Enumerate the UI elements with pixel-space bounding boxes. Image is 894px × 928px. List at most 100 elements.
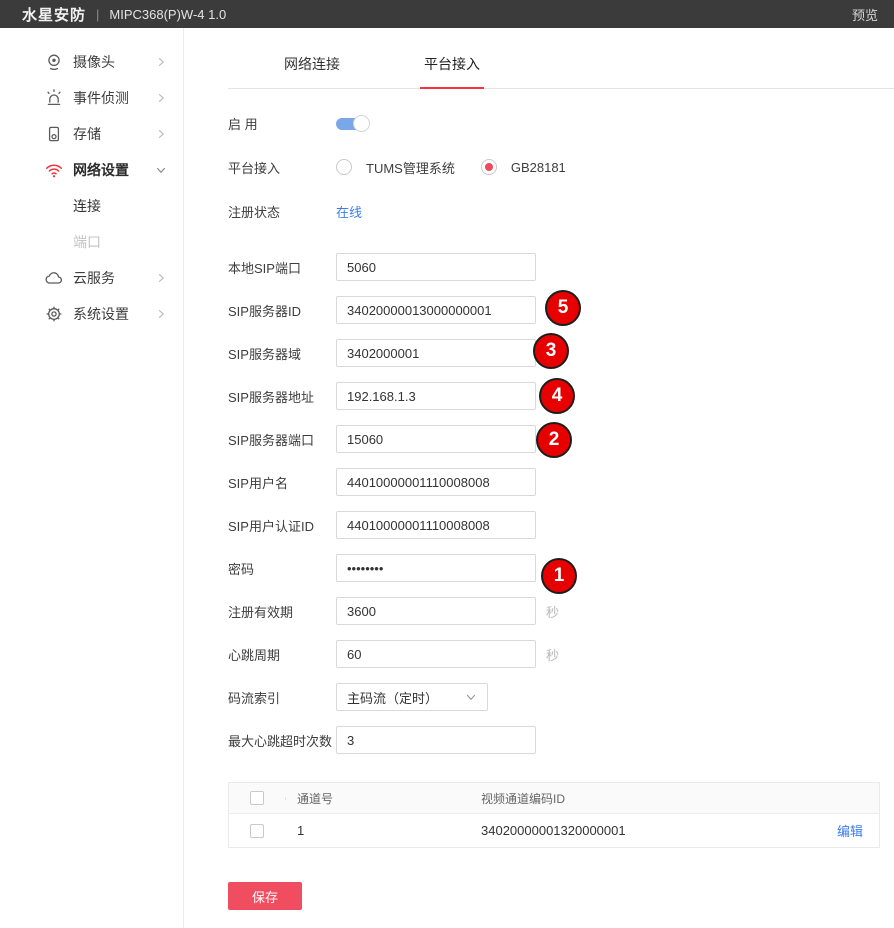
local-sip-port-input[interactable] xyxy=(336,253,536,281)
sidebar-item-label: 事件侦测 xyxy=(73,88,155,108)
table-header-checkbox-cell xyxy=(229,791,285,805)
stream-index-value: 主码流（定时） xyxy=(347,688,438,707)
field-label: SIP服务器端口 xyxy=(228,430,336,449)
registration-status-label: 注册状态 xyxy=(228,202,336,221)
top-header-bar: 水星安防 | MIPC368(P)W-4 1.0 预览 xyxy=(0,0,894,28)
platform-radio-group: TUMS管理系统 GB28181 xyxy=(336,158,566,177)
sidebar-item-label: 摄像头 xyxy=(73,52,155,72)
sidebar-item-camera[interactable]: 摄像头 xyxy=(0,44,183,80)
tab-platform-access[interactable]: 平台接入 xyxy=(420,48,484,88)
sip-username-input[interactable] xyxy=(336,468,536,496)
chevron-right-icon xyxy=(155,272,167,284)
channel-number-header: 通道号 xyxy=(285,790,471,807)
chevron-right-icon xyxy=(155,308,167,320)
chevron-right-icon xyxy=(155,92,167,104)
field-label: SIP用户名 xyxy=(228,473,336,492)
tab-bar: 网络连接 平台接入 xyxy=(228,48,894,89)
edit-link[interactable]: 编辑 xyxy=(837,824,863,839)
sidebar-subitem-port[interactable]: 端口 xyxy=(0,224,183,260)
channel-table: 通道号 视频通道编码ID 1 34020000001320000001 编辑 xyxy=(228,782,880,848)
chevron-down-icon xyxy=(465,691,477,703)
sidebar-item-label: 网络设置 xyxy=(73,160,155,180)
annotation-badge-2: 2 xyxy=(536,422,572,458)
registration-expiry-input[interactable] xyxy=(336,597,536,625)
sip-server-id-input[interactable] xyxy=(336,296,536,324)
sidebar-item-cloud-service[interactable]: 云服务 xyxy=(0,260,183,296)
camera-icon xyxy=(44,52,64,72)
platform-label: 平台接入 xyxy=(228,158,336,177)
table-header-row: 通道号 视频通道编码ID xyxy=(229,783,879,813)
registration-status-row: 注册状态 在线 xyxy=(228,197,894,225)
channel-number-cell: 1 xyxy=(285,823,471,838)
stream-index-label: 码流索引 xyxy=(228,688,336,707)
wifi-icon xyxy=(44,160,64,180)
device-model: MIPC368(P)W-4 1.0 xyxy=(109,7,226,22)
field-label: 密码 xyxy=(228,559,336,578)
sip-auth-id-input[interactable] xyxy=(336,511,536,539)
radio-selected-icon[interactable] xyxy=(481,159,497,175)
password-input[interactable] xyxy=(336,554,536,582)
field-row: SIP用户认证ID xyxy=(228,511,894,539)
tab-network-connection[interactable]: 网络连接 xyxy=(280,48,344,88)
sip-server-domain-input[interactable] xyxy=(336,339,536,367)
unit-label: 秒 xyxy=(546,602,559,621)
field-row: 本地SIP端口 xyxy=(228,253,894,281)
chevron-down-icon xyxy=(155,164,167,176)
chevron-right-icon xyxy=(155,128,167,140)
save-button[interactable]: 保存 xyxy=(228,882,302,910)
sidebar-subitem-connection[interactable]: 连接 xyxy=(0,188,183,224)
sidebar-item-network-settings[interactable]: 网络设置 xyxy=(0,152,183,188)
sidebar-item-label: 系统设置 xyxy=(73,304,155,324)
gear-icon xyxy=(44,304,64,324)
sidebar-item-label: 存储 xyxy=(73,124,155,144)
toggle-knob xyxy=(353,115,370,132)
platform-row: 平台接入 TUMS管理系统 GB28181 xyxy=(228,153,894,181)
radio-label: TUMS管理系统 xyxy=(366,158,455,177)
field-label: SIP服务器地址 xyxy=(228,387,336,406)
sidebar-item-storage[interactable]: 存储 xyxy=(0,116,183,152)
max-heartbeat-row: 最大心跳超时次数 xyxy=(228,726,894,754)
sidebar-nav: 摄像头 事件侦测 xyxy=(0,28,184,928)
field-row: 心跳周期 秒 xyxy=(228,640,894,668)
select-all-checkbox[interactable] xyxy=(250,791,264,805)
field-label: SIP用户认证ID xyxy=(228,516,336,535)
max-heartbeat-input[interactable] xyxy=(336,726,536,754)
field-label: 心跳周期 xyxy=(228,645,336,664)
stream-index-select[interactable]: 主码流（定时） xyxy=(336,683,488,711)
annotation-badge-5: 5 xyxy=(545,290,581,326)
heartbeat-period-input[interactable] xyxy=(336,640,536,668)
storage-icon xyxy=(44,124,64,144)
annotation-badge-1: 1 xyxy=(541,558,577,594)
sidebar-item-system-settings[interactable]: 系统设置 xyxy=(0,296,183,332)
field-label: 本地SIP端口 xyxy=(228,258,336,277)
field-label: SIP服务器ID xyxy=(228,301,336,320)
registration-status-value[interactable]: 在线 xyxy=(336,202,362,221)
field-label: SIP服务器域 xyxy=(228,344,336,363)
enable-toggle[interactable] xyxy=(336,115,372,132)
annotation-badge-3: 3 xyxy=(533,333,569,369)
preview-link[interactable]: 预览 xyxy=(852,5,878,24)
cloud-icon xyxy=(44,268,64,288)
field-row: 注册有效期 秒 xyxy=(228,597,894,625)
sip-server-address-input[interactable] xyxy=(336,382,536,410)
radio-unselected-icon[interactable] xyxy=(336,159,352,175)
alarm-icon xyxy=(44,88,64,108)
enable-row: 启 用 xyxy=(228,109,894,137)
field-row: SIP用户名 xyxy=(228,468,894,496)
sidebar-item-event-detection[interactable]: 事件侦测 xyxy=(0,80,183,116)
row-checkbox[interactable] xyxy=(250,824,264,838)
row-checkbox-cell xyxy=(229,824,285,838)
radio-option-tums[interactable]: TUMS管理系统 xyxy=(336,158,455,177)
chevron-right-icon xyxy=(155,56,167,68)
radio-option-gb28181[interactable]: GB28181 xyxy=(481,159,566,175)
stream-index-row: 码流索引 主码流（定时） xyxy=(228,683,894,711)
video-channel-id-header: 视频通道编码ID xyxy=(471,790,807,807)
unit-label: 秒 xyxy=(546,645,559,664)
platform-access-form: 启 用 平台接入 TUMS管理系统 xyxy=(228,109,894,910)
video-channel-id-cell: 34020000001320000001 xyxy=(471,823,807,838)
app-window: 水星安防 | MIPC368(P)W-4 1.0 预览 摄像头 xyxy=(0,0,894,928)
sip-server-port-input[interactable] xyxy=(336,425,536,453)
table-row: 1 34020000001320000001 编辑 xyxy=(229,813,879,847)
field-label: 注册有效期 xyxy=(228,602,336,621)
sidebar-item-label: 云服务 xyxy=(73,268,155,288)
